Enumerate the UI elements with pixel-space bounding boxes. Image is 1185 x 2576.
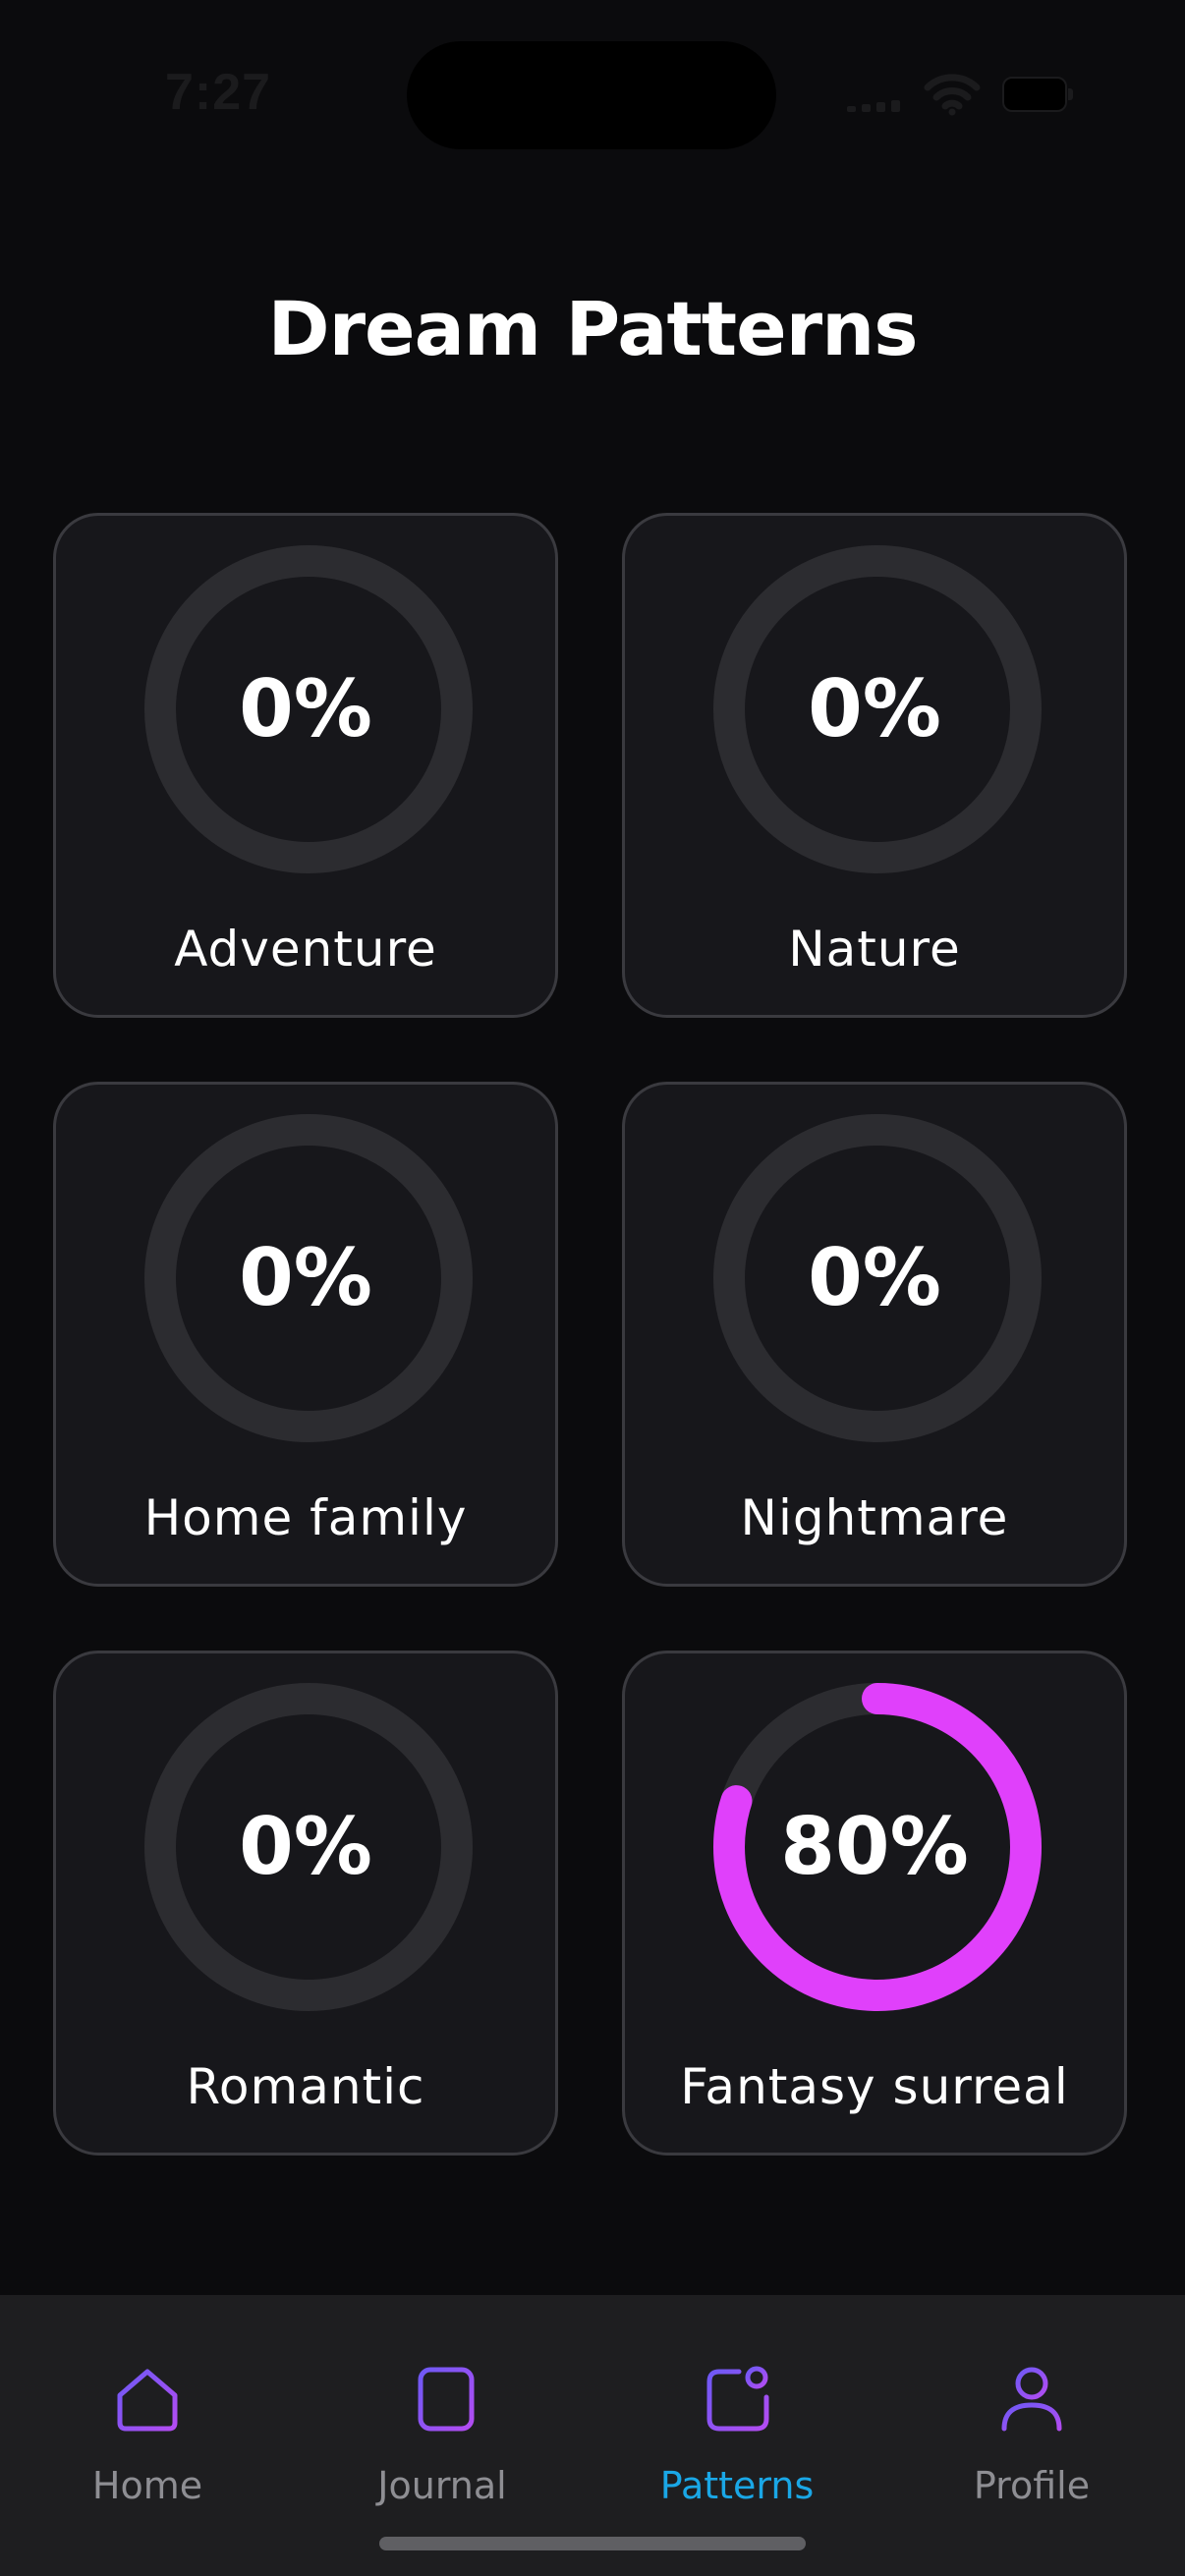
pattern-label: Nightmare (740, 1489, 1009, 1546)
pattern-card-home-family[interactable]: 0% Home family (53, 1082, 558, 1587)
percentage-value: 0% (239, 1801, 372, 1892)
patterns-icon (706, 2366, 769, 2432)
profile-icon (1001, 2367, 1062, 2432)
percentage-value: 0% (808, 663, 941, 755)
tab-bar: Home Journal Patterns Profile (0, 2295, 1185, 2576)
pattern-label: Home family (143, 1489, 468, 1546)
tab-label: Profile (973, 2464, 1091, 2507)
pattern-card-adventure[interactable]: 0% Adventure (53, 513, 558, 1018)
wifi-icon (924, 74, 981, 116)
tab-home[interactable]: Home (0, 2295, 295, 2521)
tab-journal[interactable]: Journal (295, 2295, 590, 2521)
battery-icon (1002, 77, 1073, 112)
pattern-card-nature[interactable]: 0% Nature (622, 513, 1127, 1018)
percentage-value: 0% (239, 663, 372, 755)
tab-patterns[interactable]: Patterns (590, 2295, 884, 2521)
dynamic-island (407, 41, 776, 149)
tab-label: Journal (377, 2464, 507, 2507)
pattern-label: Romantic (186, 2058, 425, 2115)
tab-label: Home (91, 2464, 203, 2507)
pattern-card-romantic[interactable]: 0% Romantic (53, 1651, 558, 2156)
percentage-value: 0% (239, 1232, 372, 1323)
page-title: Dream Patterns (267, 285, 918, 372)
tab-label: Patterns (659, 2464, 815, 2507)
pattern-label: Adventure (174, 921, 437, 978)
tab-profile[interactable]: Profile (884, 2295, 1179, 2521)
percentage-value: 0% (808, 1232, 941, 1323)
pattern-card-nightmare[interactable]: 0% Nightmare (622, 1082, 1127, 1587)
journal-icon (410, 2367, 475, 2432)
pattern-label: Fantasy surreal (680, 2058, 1069, 2115)
status-bar: 7:27 (0, 0, 1185, 187)
pattern-label: Nature (788, 921, 961, 978)
pattern-card-fantasy-surreal[interactable]: 80% Fantasy surreal (622, 1651, 1127, 2156)
percentage-value: 80% (780, 1801, 969, 1892)
home-icon (117, 2369, 178, 2432)
status-time: 7:27 (165, 64, 272, 121)
home-indicator[interactable] (379, 2537, 806, 2550)
signal-icon (847, 98, 902, 112)
